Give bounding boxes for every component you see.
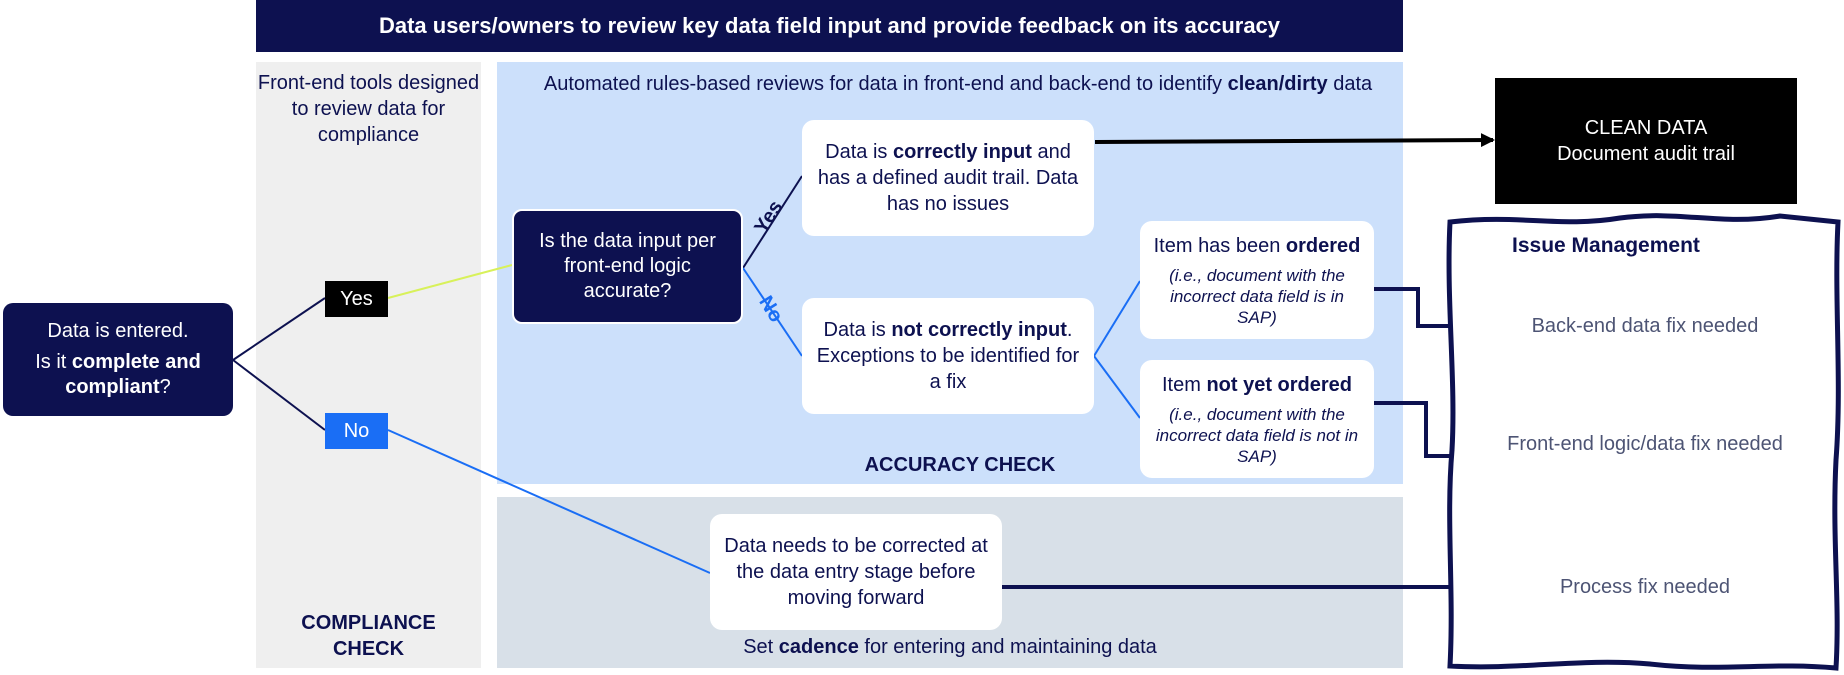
correct-input-box: Data is correctly input and has a define…: [802, 120, 1094, 236]
line-incorrect-notordered: [1093, 355, 1141, 419]
ordered-note: (i.e., document with the incorrect data …: [1169, 265, 1345, 327]
issue-item-process: Process fix needed: [1559, 576, 1731, 598]
issue-item-frontend: Front-end logic/data fix needed: [1507, 433, 1783, 455]
incorrect-input-box: Data is not correctly input. Exceptions …: [802, 298, 1094, 414]
clean-data-title: CLEAN DATA: [1584, 117, 1708, 139]
start-line2: Is it complete and compliant?: [35, 351, 201, 398]
line-start-yes: [232, 297, 326, 361]
accuracy-footer: ACCURACY CHECK: [864, 454, 1056, 476]
issue-management-title: Issue Management: [1512, 234, 1700, 257]
accuracy-heading: Automated rules-based reviews for data i…: [543, 73, 1373, 95]
arrow-to-clean-data: [1094, 133, 1495, 148]
start-box: Data is entered. Is it complete and comp…: [3, 303, 233, 416]
question-box: Is the data input per front-end logic ac…: [512, 209, 743, 324]
line-incorrect-ordered: [1093, 280, 1141, 357]
process-footer: Set cadence for entering and maintaining…: [743, 636, 1157, 658]
correction-box: Data needs to be corrected at the data e…: [710, 514, 1002, 630]
line-no-correction: [387, 429, 711, 574]
decision-no-pill: No: [325, 413, 388, 449]
line-yes-question: [387, 264, 513, 299]
compliance-footer: COMPLIANCE CHECK: [301, 612, 436, 660]
start-line1: Data is entered.: [47, 320, 189, 342]
clean-data-subtitle: Document audit trail: [1557, 143, 1735, 165]
ordered-box: Item has been ordered (i.e., document wi…: [1140, 221, 1374, 339]
not-ordered-box: Item not yet ordered (i.e., document wit…: [1140, 360, 1374, 478]
line-start-no: [232, 359, 326, 431]
issue-item-backend: Back-end data fix needed: [1531, 315, 1759, 337]
decision-yes-pill: Yes: [325, 281, 388, 317]
clean-data-box: CLEAN DATA Document audit trail: [1495, 78, 1797, 204]
not-ordered-note: (i.e., document with the incorrect data …: [1155, 404, 1359, 466]
compliance-heading: Front-end tools designed to review data …: [257, 72, 480, 146]
